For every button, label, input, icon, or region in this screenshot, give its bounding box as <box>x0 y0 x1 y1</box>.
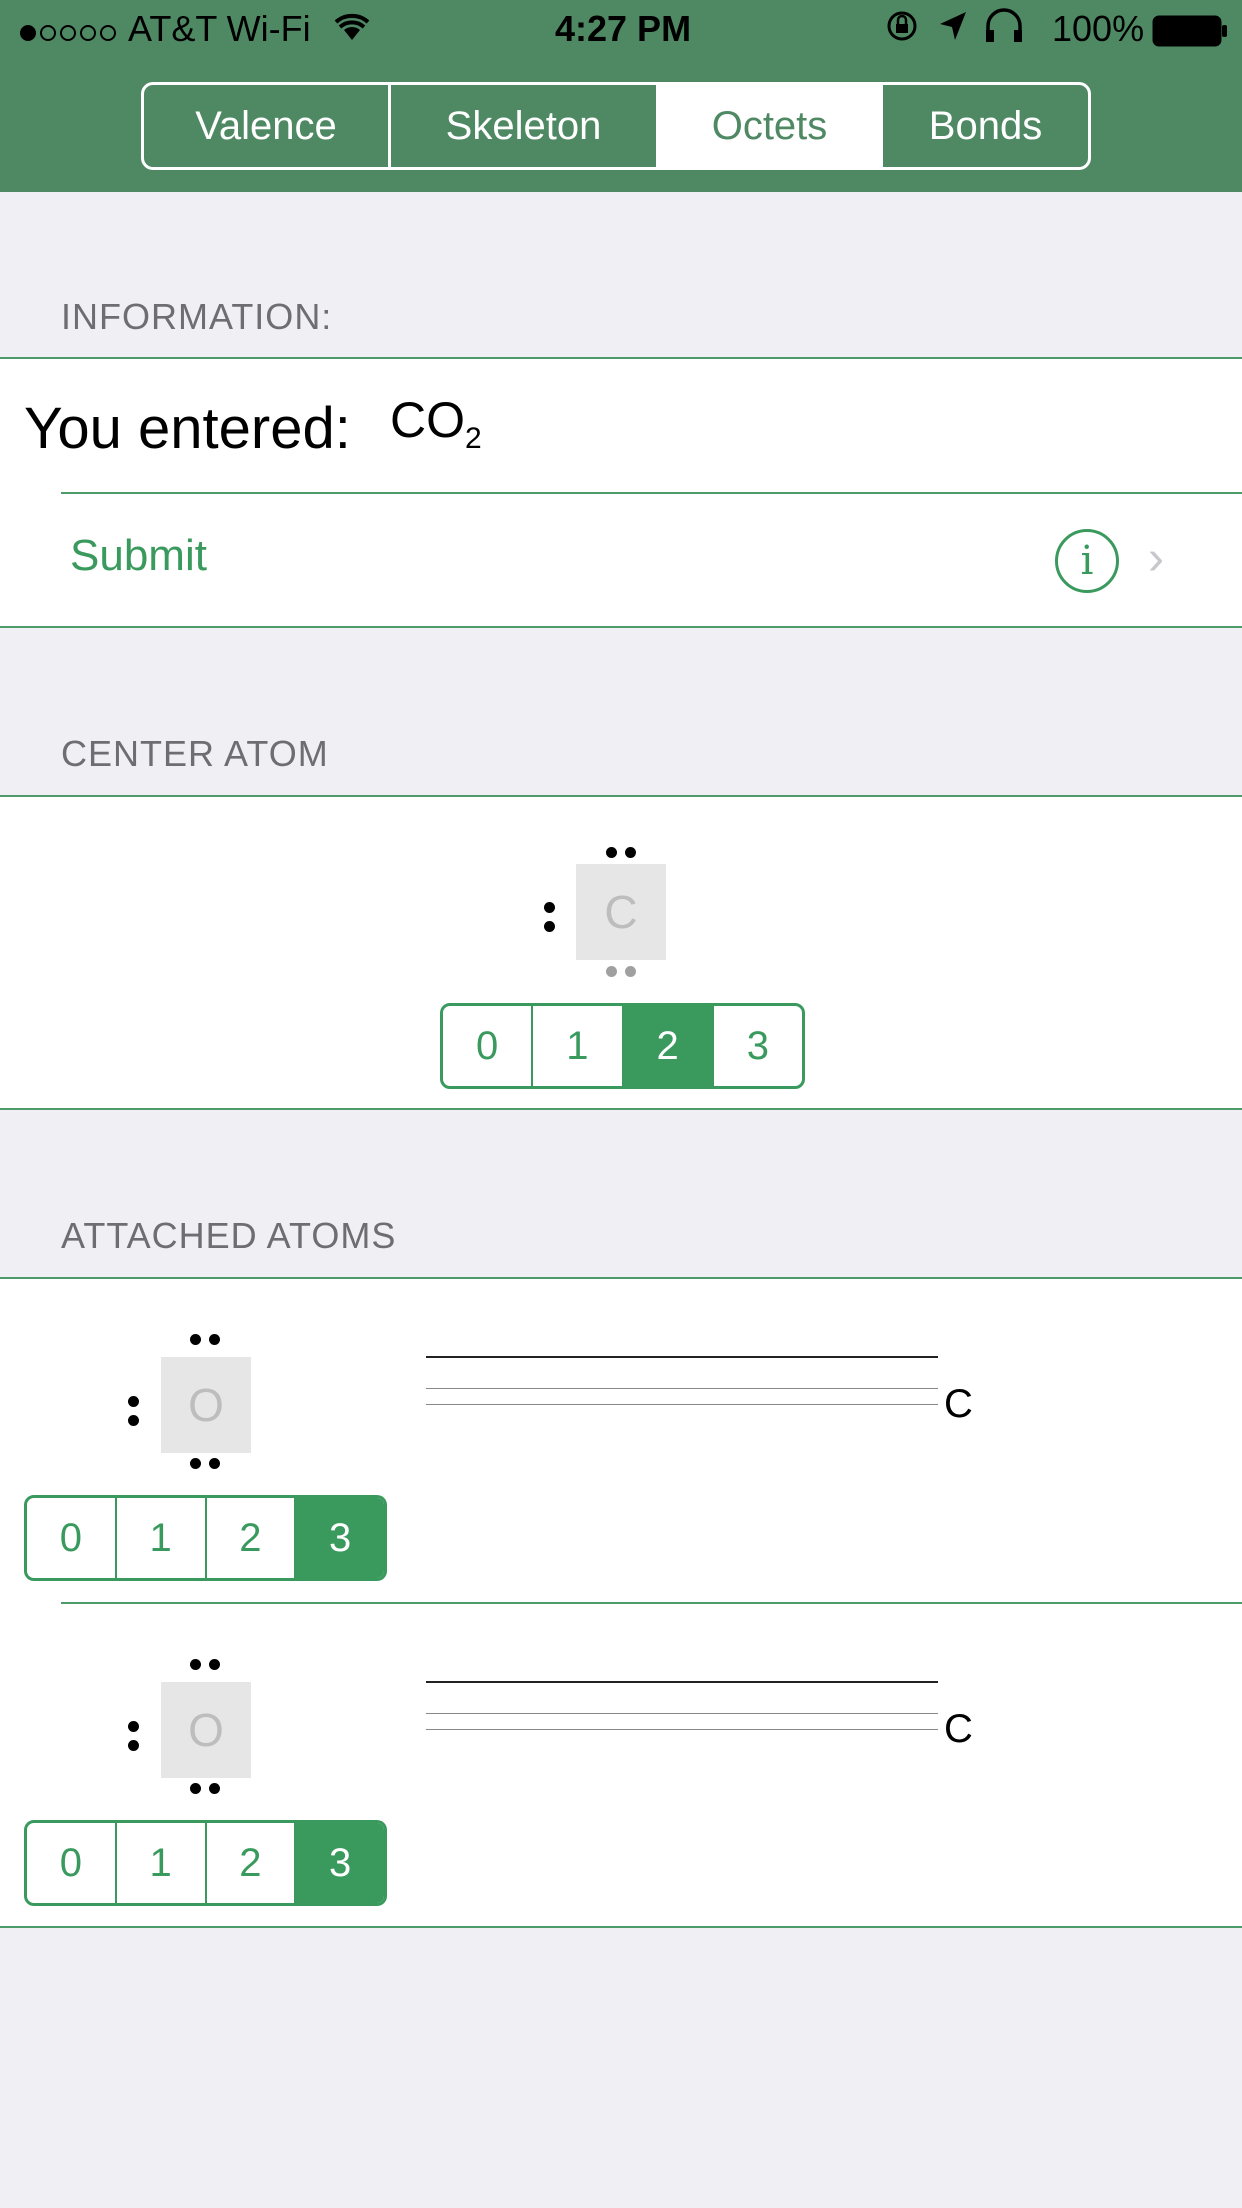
orientation-lock-icon <box>884 8 920 53</box>
center-atom-card: C 0 1 2 3 <box>0 795 1242 1110</box>
formula-subscript: 2 <box>465 422 482 455</box>
lone-pair-top <box>190 1659 220 1670</box>
lone-pair-top <box>190 1334 220 1345</box>
tab-skeleton[interactable]: Skeleton <box>391 85 659 167</box>
divider <box>61 1602 1242 1604</box>
battery-icon <box>1152 14 1228 56</box>
location-icon <box>936 8 970 53</box>
lone-pair-bottom <box>606 966 636 977</box>
attached-atom-electron-stepper: 0 1 2 3 <box>24 1820 387 1906</box>
attached-atom-electron-stepper: 0 1 2 3 <box>24 1495 387 1581</box>
lone-pair-left <box>544 902 555 932</box>
attached-option-1[interactable]: 1 <box>117 1498 207 1578</box>
tab-octets[interactable]: Octets <box>659 85 883 167</box>
attached-option-2[interactable]: 2 <box>207 1823 297 1903</box>
bonded-atom-label: C <box>944 1382 973 1426</box>
tab-bonds[interactable]: Bonds <box>883 85 1088 167</box>
attached-option-0[interactable]: 0 <box>27 1498 117 1578</box>
divider <box>61 492 1242 494</box>
nav-header: AT&T Wi-Fi 4:27 PM 100% Valence Skeleton… <box>0 0 1242 192</box>
battery-percent: 100% <box>1052 8 1145 49</box>
attached-atom-symbol: O <box>161 1682 251 1778</box>
lone-pair-bottom <box>190 1783 220 1794</box>
information-card: You entered: CO2 Submit i › <box>0 357 1242 628</box>
attached-option-3[interactable]: 3 <box>296 1823 384 1903</box>
attached-option-0[interactable]: 0 <box>27 1823 117 1903</box>
entered-formula: CO2 <box>390 391 482 456</box>
submit-button[interactable]: Submit <box>70 531 207 581</box>
tab-valence[interactable]: Valence <box>144 85 391 167</box>
center-atom-symbol: C <box>576 864 666 960</box>
center-option-2[interactable]: 2 <box>623 1006 714 1086</box>
info-icon[interactable]: i <box>1055 529 1119 593</box>
headphones-icon <box>982 8 1026 53</box>
center-option-1[interactable]: 1 <box>533 1006 624 1086</box>
carrier-label: AT&T Wi-Fi <box>128 8 311 49</box>
chevron-right-icon[interactable]: › <box>1148 531 1164 586</box>
lone-pair-top <box>606 847 636 858</box>
step-segmented-control: Valence Skeleton Octets Bonds <box>141 82 1091 170</box>
attached-option-3[interactable]: 3 <box>296 1498 384 1578</box>
formula-main: CO <box>390 392 465 448</box>
you-entered-label: You entered: <box>24 396 351 461</box>
lone-pair-bottom <box>190 1458 220 1469</box>
center-atom-section-label: CENTER ATOM <box>61 733 329 774</box>
attached-atom-symbol: O <box>161 1357 251 1453</box>
center-option-3[interactable]: 3 <box>714 1006 802 1086</box>
lone-pair-left <box>128 1396 139 1426</box>
center-option-0[interactable]: 0 <box>443 1006 534 1086</box>
attached-option-1[interactable]: 1 <box>117 1823 207 1903</box>
time-label: 4:27 PM <box>555 8 692 49</box>
signal-strength-icon <box>20 8 120 50</box>
wifi-icon <box>330 8 374 53</box>
lone-pair-left <box>128 1721 139 1751</box>
information-section-label: INFORMATION: <box>61 296 333 337</box>
attached-atoms-section-label: ATTACHED ATOMS <box>61 1215 397 1256</box>
bonded-atom-label: C <box>944 1707 973 1751</box>
status-bar: AT&T Wi-Fi 4:27 PM 100% <box>0 0 1242 60</box>
attached-option-2[interactable]: 2 <box>207 1498 297 1578</box>
center-atom-electron-stepper: 0 1 2 3 <box>440 1003 805 1089</box>
attached-atoms-card: O C 0 1 2 3 O C 0 1 2 3 <box>0 1277 1242 1928</box>
